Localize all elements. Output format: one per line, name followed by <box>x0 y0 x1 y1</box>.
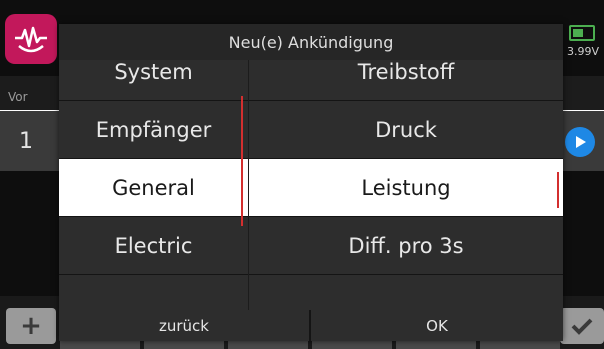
app-logo-icon[interactable] <box>5 14 57 64</box>
announcement-item-leistung[interactable]: Leistung <box>249 159 563 217</box>
dialog-button-bar: zurück OK <box>59 310 563 341</box>
category-item-next[interactable] <box>59 275 248 310</box>
announcement-item-treibstoff[interactable]: Treibstoff <box>249 60 563 101</box>
category-item-electric[interactable]: Electric <box>59 217 248 275</box>
announcement-item-diff-pro-3s[interactable]: Diff. pro 3s <box>249 217 563 275</box>
play-icon[interactable] <box>565 127 595 157</box>
dialog-lists: System Empfänger General Electric Treibs… <box>59 60 563 310</box>
announcement-scrollbar[interactable] <box>557 172 559 208</box>
row-number: 1 <box>19 128 33 154</box>
category-item-general[interactable]: General <box>59 159 248 217</box>
category-item-system[interactable]: System <box>59 60 248 101</box>
dialog-title: Neu(e) Ankündigung <box>228 32 394 52</box>
confirm-button[interactable] <box>560 308 604 344</box>
battery-icon <box>569 25 595 41</box>
announcement-list[interactable]: Treibstoff Druck Leistung Diff. pro 3s <box>249 60 563 310</box>
category-scrollbar[interactable] <box>241 96 243 226</box>
screen: 3.99V Vor 1 + Neu(e) Ankündigung System … <box>0 0 604 349</box>
announcement-item-druck[interactable]: Druck <box>249 101 563 159</box>
add-button[interactable]: + <box>6 308 56 344</box>
column-label-vor: Vor <box>8 90 28 104</box>
voltage-readout: 3.99V <box>567 45 600 58</box>
new-announcement-dialog: Neu(e) Ankündigung System Empfänger Gene… <box>59 24 563 341</box>
checkmark-icon <box>571 318 593 335</box>
ok-button[interactable]: OK <box>311 310 563 341</box>
category-item-empfaenger[interactable]: Empfänger <box>59 101 248 159</box>
announcement-item-next[interactable] <box>249 275 563 310</box>
category-list[interactable]: System Empfänger General Electric <box>59 60 248 310</box>
back-button[interactable]: zurück <box>59 310 311 341</box>
